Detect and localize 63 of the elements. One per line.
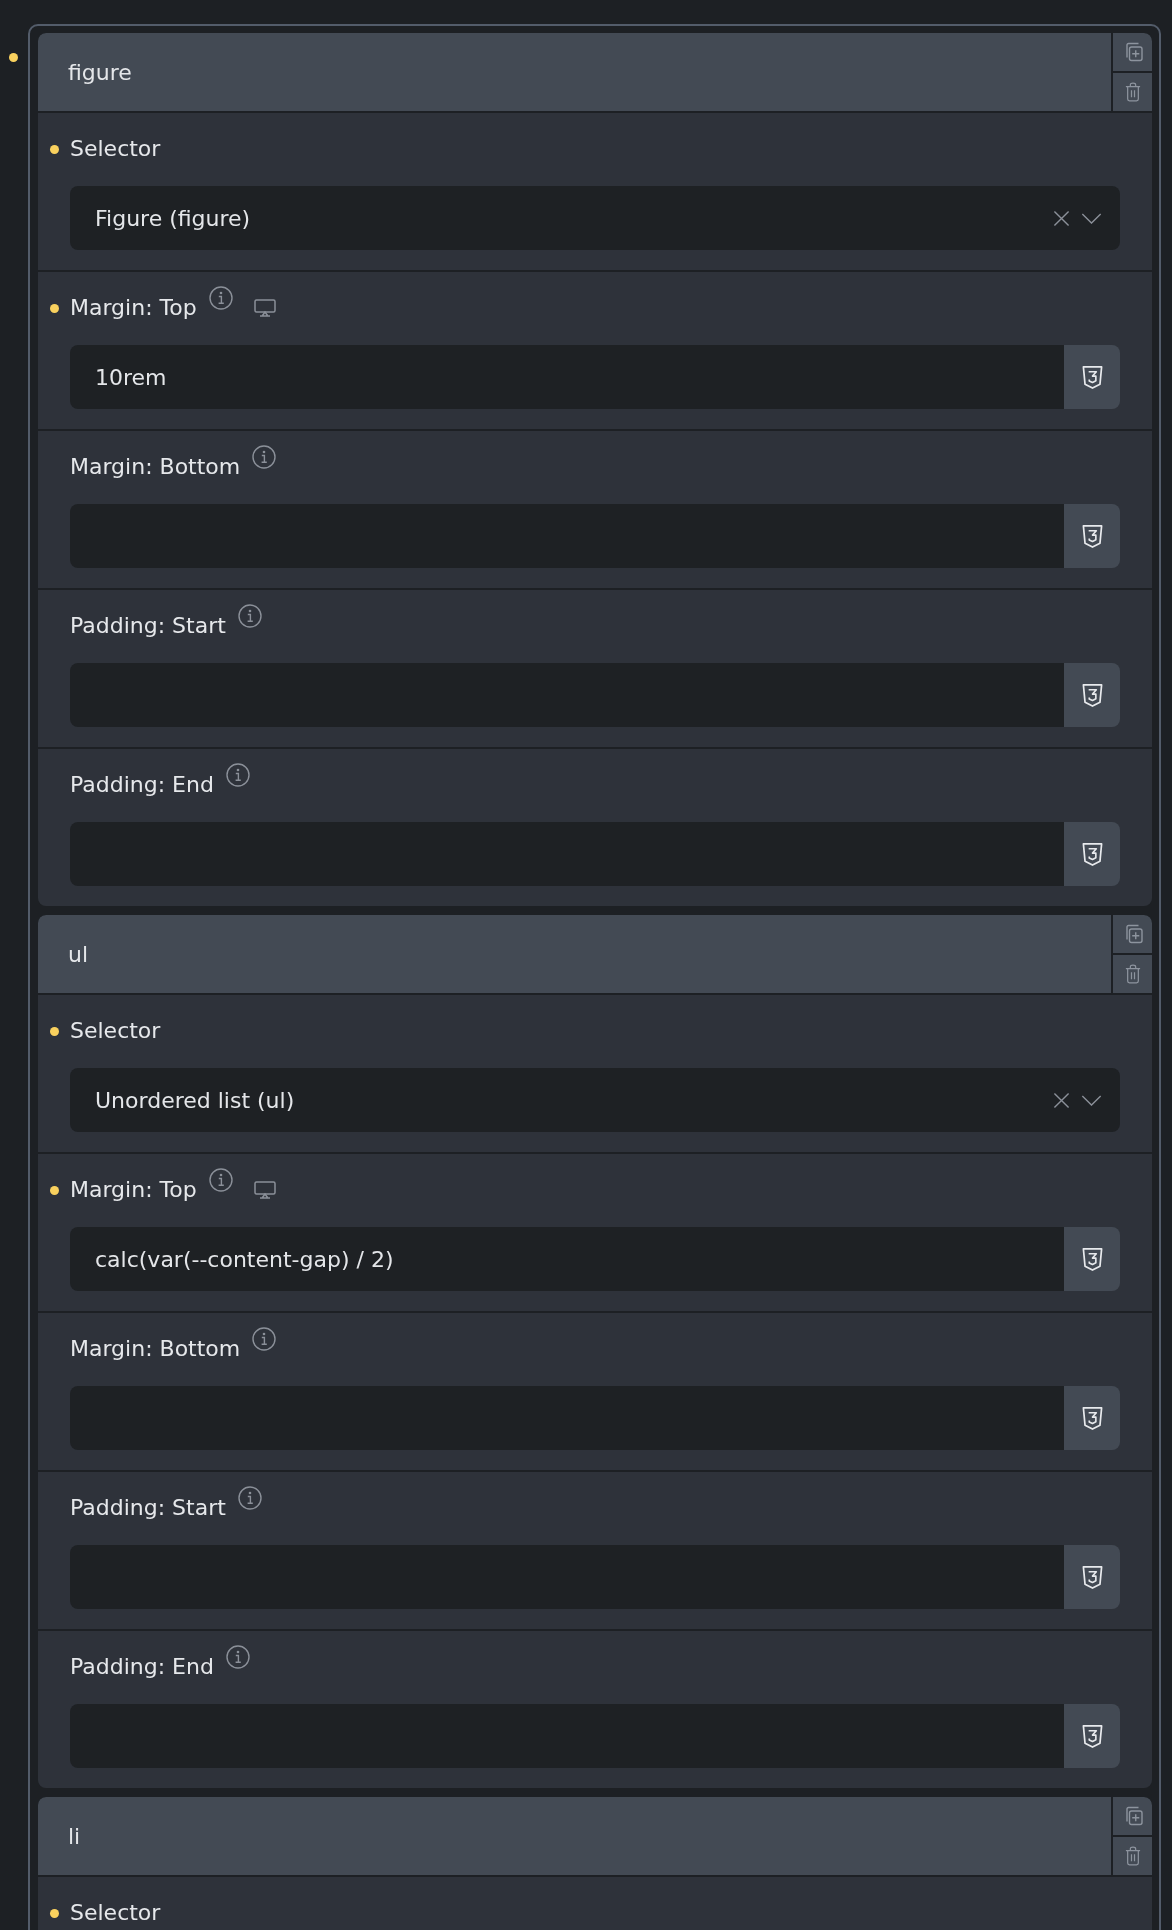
info-icon[interactable] (225, 1645, 250, 1669)
duplicate-button[interactable] (1113, 33, 1152, 71)
item-header[interactable]: figure (38, 33, 1111, 111)
field-label: Margin: Top (70, 294, 197, 322)
shield-3-icon (1080, 841, 1104, 867)
shield-button[interactable] (1064, 1704, 1120, 1768)
shield-button[interactable] (1064, 822, 1120, 886)
text-input[interactable] (70, 822, 1064, 886)
field-label: Padding: Start (70, 1494, 226, 1522)
shield-button[interactable] (1064, 1386, 1120, 1450)
shield-3-icon (1080, 1564, 1104, 1590)
text-input[interactable] (70, 1386, 1064, 1450)
clear-icon[interactable] (1053, 1091, 1070, 1109)
shield-button[interactable] (1064, 345, 1120, 409)
shield-3-icon (1080, 364, 1104, 390)
item-header[interactable]: ul (38, 915, 1111, 993)
chevron-down-icon[interactable] (1081, 1094, 1102, 1106)
shield-button[interactable] (1064, 504, 1120, 568)
shield-3-icon (1080, 1723, 1104, 1749)
field-label: Selector (70, 1899, 161, 1927)
field-label: Padding: End (70, 1653, 214, 1681)
field-label: Selector (70, 1017, 161, 1045)
shield-button[interactable] (1064, 1545, 1120, 1609)
text-input[interactable]: calc(var(--content-gap) / 2) (70, 1227, 1064, 1291)
text-input[interactable] (70, 1545, 1064, 1609)
select-field[interactable]: Figure (figure) (70, 186, 1120, 250)
delete-button[interactable] (1113, 1837, 1152, 1875)
shield-button[interactable] (1064, 663, 1120, 727)
info-icon[interactable] (237, 604, 262, 628)
field-label: Margin: Top (70, 1176, 197, 1204)
item-header[interactable]: li (38, 1797, 1111, 1875)
info-icon[interactable] (237, 1486, 262, 1510)
info-icon[interactable] (208, 1168, 233, 1192)
text-input[interactable]: 10rem (70, 345, 1064, 409)
text-input[interactable] (70, 504, 1064, 568)
shield-3-icon (1080, 682, 1104, 708)
field-label: Selector (70, 135, 161, 163)
info-icon[interactable] (225, 763, 250, 787)
trash-icon (1124, 1846, 1141, 1866)
duplicate-button[interactable] (1113, 915, 1152, 953)
field-label: Padding: End (70, 771, 214, 799)
shield-3-icon (1080, 1405, 1104, 1431)
select-field[interactable]: Unordered list (ul) (70, 1068, 1120, 1132)
shield-3-icon (1080, 1246, 1104, 1272)
shield-button[interactable] (1064, 1227, 1120, 1291)
field-label: Margin: Bottom (70, 453, 241, 481)
delete-button[interactable] (1113, 955, 1152, 993)
chevron-down-icon[interactable] (1081, 212, 1102, 224)
trash-icon (1124, 82, 1141, 102)
info-icon[interactable] (252, 445, 277, 469)
field-label: Margin: Bottom (70, 1335, 241, 1363)
monitor-icon[interactable] (253, 1181, 276, 1199)
duplicate-button[interactable] (1113, 1797, 1152, 1835)
monitor-icon[interactable] (253, 299, 276, 317)
text-input[interactable] (70, 663, 1064, 727)
text-input[interactable] (70, 1704, 1064, 1768)
trash-icon (1124, 964, 1141, 984)
shield-3-icon (1080, 523, 1104, 549)
delete-button[interactable] (1113, 73, 1152, 111)
info-icon[interactable] (208, 286, 233, 310)
clear-icon[interactable] (1053, 209, 1070, 227)
info-icon[interactable] (252, 1327, 277, 1351)
field-label: Padding: Start (70, 612, 226, 640)
